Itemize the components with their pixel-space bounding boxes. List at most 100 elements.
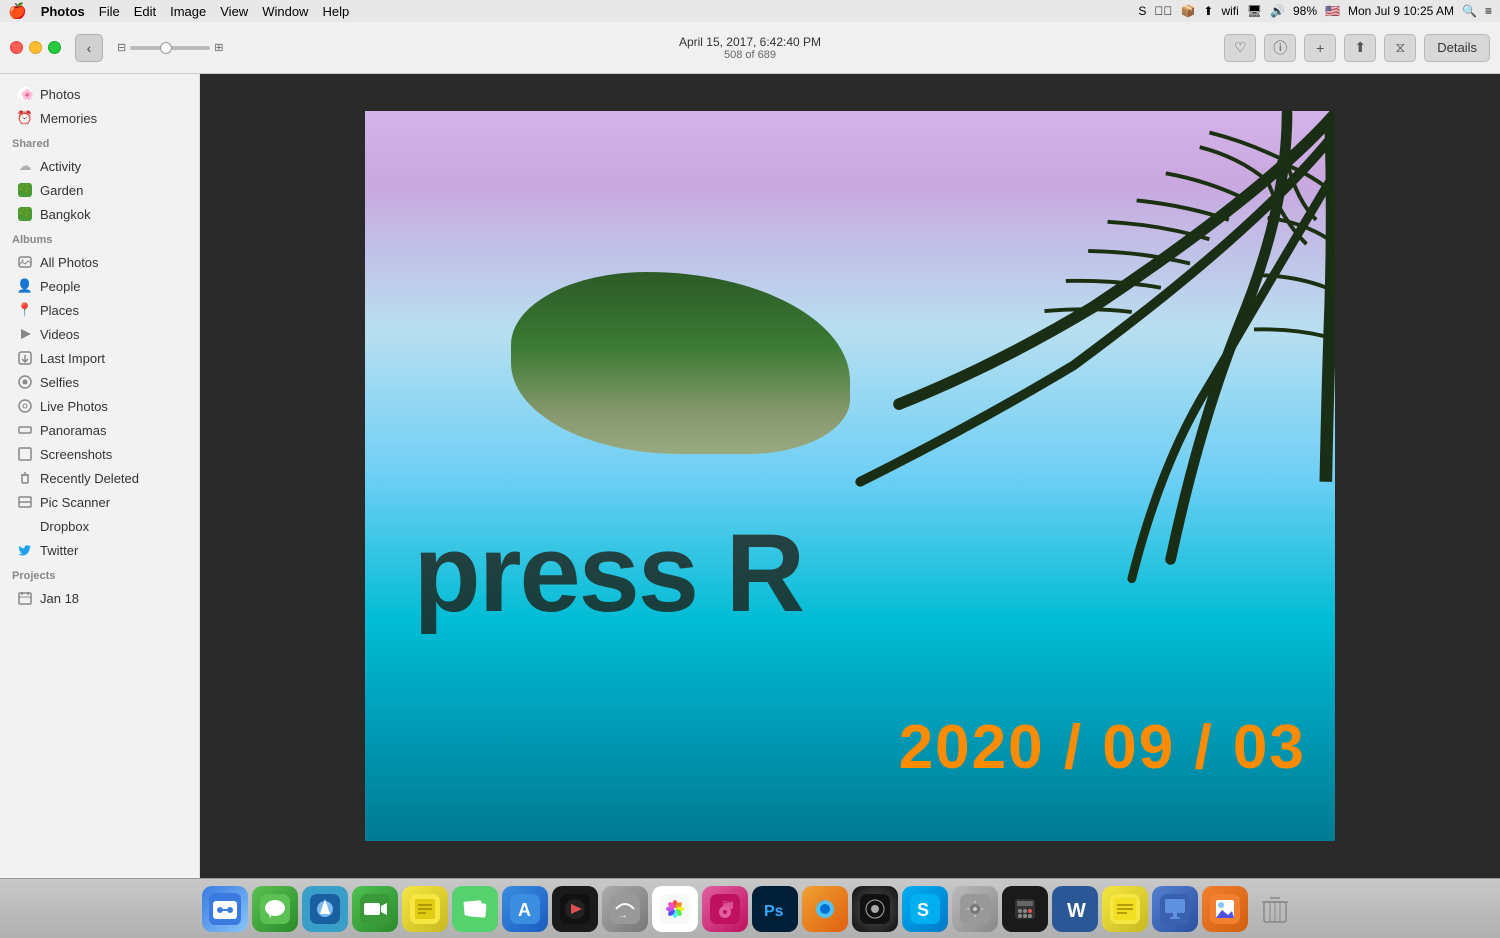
dock-item-preview[interactable] [1202, 886, 1248, 932]
dock-item-launchpad[interactable] [302, 886, 348, 932]
svg-text:S: S [917, 900, 929, 920]
app-menu-photos[interactable]: Photos [41, 4, 85, 19]
adjustments-button[interactable]: ⧖ [1384, 34, 1416, 62]
sidebar-item-jan18[interactable]: Jan 18 [4, 586, 195, 610]
zoom-in-icon: ⊞ [214, 41, 223, 54]
share-button[interactable]: ⬆ [1344, 34, 1376, 62]
dock-item-cards[interactable] [452, 886, 498, 932]
back-button[interactable]: ‹ [75, 34, 103, 62]
dock-item-stickies[interactable] [402, 886, 448, 932]
zoom-thumb[interactable] [160, 42, 172, 54]
menu-view[interactable]: View [220, 4, 248, 19]
menubar: 🍎 Photos File Edit Image View Window Hel… [0, 0, 1500, 22]
dock-item-itunes[interactable] [702, 886, 748, 932]
menu-window[interactable]: Window [262, 4, 308, 19]
palm-fronds-svg [802, 111, 1336, 659]
dock-item-keynote[interactable] [1152, 886, 1198, 932]
dropbox-menubar-icon[interactable]: 📦 [1180, 4, 1195, 18]
sidebar: 🌸 Photos ⏰ Memories Shared ☁ Activity 🌿 … [0, 74, 200, 878]
sidebar-item-garden[interactable]: 🌿 Garden [4, 178, 195, 202]
dock-item-facetime[interactable] [352, 886, 398, 932]
selfies-icon [16, 373, 34, 391]
dock: A → Ps S W [0, 878, 1500, 938]
sidebar-item-screenshots[interactable]: Screenshots [4, 442, 195, 466]
svg-text:🌸: 🌸 [21, 88, 33, 101]
sidebar-item-selfies[interactable]: Selfies [4, 370, 195, 394]
sidebar-twitter-label: Twitter [40, 543, 78, 558]
dock-item-finder[interactable] [202, 886, 248, 932]
dock-item-photoshop[interactable]: Ps [752, 886, 798, 932]
language-indicator: 🇺🇸 [1325, 4, 1340, 18]
svg-text:→: → [618, 910, 628, 921]
sidebar-people-label: People [40, 279, 80, 294]
dock-item-quicksilver[interactable] [852, 886, 898, 932]
zoom-track[interactable] [130, 46, 210, 50]
close-button[interactable] [10, 41, 23, 54]
dock-item-firefox[interactable] [802, 886, 848, 932]
sidebar-item-pic-scanner[interactable]: Pic Scanner [4, 490, 195, 514]
sidebar-item-all-photos[interactable]: All Photos [4, 250, 195, 274]
sidebar-item-videos[interactable]: Videos [4, 322, 195, 346]
menu-help[interactable]: Help [322, 4, 349, 19]
favorite-button[interactable]: ♡ [1224, 34, 1256, 62]
dock-item-photos[interactable] [652, 886, 698, 932]
sidebar-item-last-import[interactable]: Last Import [4, 346, 195, 370]
sidebar-item-twitter[interactable]: Twitter [4, 538, 195, 562]
menu-file[interactable]: File [99, 4, 120, 19]
svg-text:A: A [518, 900, 531, 920]
activity-icon: ☁ [16, 157, 34, 175]
menu-edit[interactable]: Edit [134, 4, 156, 19]
sidebar-garden-label: Garden [40, 183, 83, 198]
videos-icon [16, 325, 34, 343]
sidebar-live-photos-label: Live Photos [40, 399, 108, 414]
info-button[interactable]: ⓘ [1264, 34, 1296, 62]
dock-item-migration[interactable]: → [602, 886, 648, 932]
dock-item-appstore[interactable]: A [502, 886, 548, 932]
sidebar-item-places[interactable]: 📍 Places [4, 298, 195, 322]
details-button[interactable]: Details [1424, 34, 1490, 62]
press-r-overlay: press R [414, 510, 804, 637]
dock-item-skype[interactable]: S [902, 886, 948, 932]
sidebar-item-panoramas[interactable]: Panoramas [4, 418, 195, 442]
sidebar-jan18-label: Jan 18 [40, 591, 79, 606]
photo-container: press R 2020 / 09 / 03 [365, 111, 1335, 841]
photos-icon: 🌸 [16, 85, 34, 103]
battery-indicator[interactable]: 98% [1293, 4, 1317, 18]
add-button[interactable]: + [1304, 34, 1336, 62]
airplay-display-icon[interactable]: 🖥 [1247, 4, 1262, 18]
date-stamp-overlay: 2020 / 09 / 03 [899, 712, 1306, 783]
airplay-icon[interactable]: ▶⃝ [1154, 4, 1172, 18]
skype-menubar-icon[interactable]: S [1138, 4, 1146, 18]
apple-menu[interactable]: 🍎 [8, 2, 27, 20]
volume-icon[interactable]: 🔊 [1270, 4, 1285, 18]
backup-icon[interactable]: ⬆ [1203, 4, 1213, 18]
maximize-button[interactable] [48, 41, 61, 54]
sidebar-item-photos[interactable]: 🌸 Photos [4, 82, 195, 106]
main-layout: 🌸 Photos ⏰ Memories Shared ☁ Activity 🌿 … [0, 74, 1500, 878]
photo-viewer[interactable]: press R 2020 / 09 / 03 [200, 74, 1500, 878]
toolbar-info: April 15, 2017, 6:42:40 PM 508 of 689 [679, 35, 821, 61]
dock-item-stickies2[interactable] [1102, 886, 1148, 932]
sidebar-item-activity[interactable]: ☁ Activity [4, 154, 195, 178]
places-icon: 📍 [16, 301, 34, 319]
menu-image[interactable]: Image [170, 4, 206, 19]
dock-item-word[interactable]: W [1052, 886, 1098, 932]
dock-item-calculator[interactable] [1002, 886, 1048, 932]
dock-item-sysprefs[interactable] [952, 886, 998, 932]
notification-icon[interactable]: ≡ [1485, 4, 1492, 18]
spotlight-icon[interactable]: 🔍 [1462, 4, 1477, 18]
sidebar-item-recently-deleted[interactable]: Recently Deleted [4, 466, 195, 490]
dock-item-finalcut[interactable] [552, 886, 598, 932]
wifi-icon[interactable]: wifi [1221, 4, 1238, 18]
minimize-button[interactable] [29, 41, 42, 54]
sidebar-item-bangkok[interactable]: 🌿 Bangkok [4, 202, 195, 226]
sidebar-item-memories[interactable]: ⏰ Memories [4, 106, 195, 130]
sidebar-item-live-photos[interactable]: Live Photos [4, 394, 195, 418]
window-controls [10, 41, 61, 54]
sidebar-item-people[interactable]: 👤 People [4, 274, 195, 298]
zoom-control[interactable]: ⊟ ⊞ [117, 41, 223, 54]
sidebar-item-dropbox[interactable]: Dropbox [4, 514, 195, 538]
zoom-out-icon: ⊟ [117, 41, 126, 54]
dock-item-trash[interactable] [1252, 886, 1298, 932]
dock-item-messages[interactable] [252, 886, 298, 932]
